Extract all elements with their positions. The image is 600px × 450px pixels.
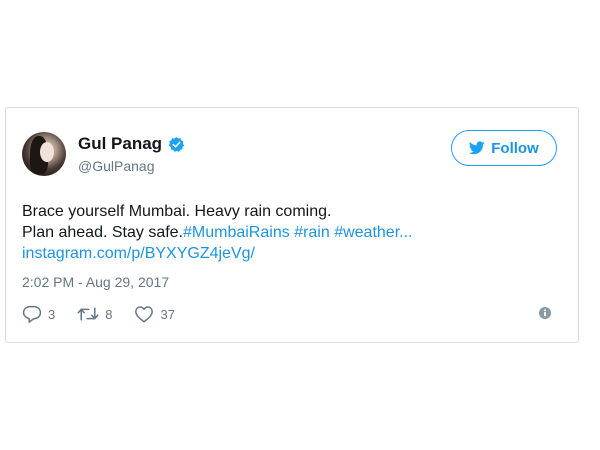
tweet-timestamp[interactable]: 2:02 PM - Aug 29, 2017 [22, 274, 169, 290]
like-icon [135, 306, 154, 323]
author-handle[interactable]: @GulPanag [78, 158, 154, 174]
author-name-row: Gul Panag [78, 134, 185, 154]
reply-icon [22, 305, 42, 323]
hashtag-rain[interactable]: #rain [294, 224, 330, 241]
tweet-text: Brace yourself Mumbai. Heavy rain coming… [22, 201, 412, 264]
like-count: 37 [160, 306, 175, 322]
follow-button[interactable]: Follow [451, 130, 557, 166]
verified-badge-icon [168, 136, 185, 152]
retweet-icon [77, 307, 99, 321]
reply-count: 3 [48, 306, 56, 322]
avatar-face [40, 142, 54, 162]
tweet-card: Gul Panag @GulPanag Follow Brace yoursel… [5, 107, 579, 343]
retweet-count: 8 [105, 306, 113, 322]
hashtag-mumbairains[interactable]: #MumbaiRains [183, 224, 290, 241]
tweet-actions: 3 8 37 [22, 305, 197, 323]
tweet-text-line-2: Plan ahead. Stay safe.#MumbaiRains #rain… [22, 222, 412, 243]
author-display-name[interactable]: Gul Panag [78, 134, 162, 154]
tweet-text-line-2-prefix: Plan ahead. Stay safe. [22, 224, 183, 241]
hashtag-weather[interactable]: #weather... [334, 224, 412, 241]
reply-button[interactable]: 3 [22, 305, 55, 323]
tweet-text-line-1: Brace yourself Mumbai. Heavy rain coming… [22, 203, 332, 220]
retweet-button[interactable]: 8 [77, 306, 112, 322]
instagram-link[interactable]: instagram.com/p/BYXYGZ4jeVg/ [22, 243, 412, 264]
avatar[interactable] [22, 132, 66, 176]
follow-button-label: Follow [491, 139, 539, 157]
info-icon[interactable] [539, 307, 551, 319]
twitter-bird-icon [469, 141, 485, 155]
like-button[interactable]: 37 [134, 305, 175, 323]
